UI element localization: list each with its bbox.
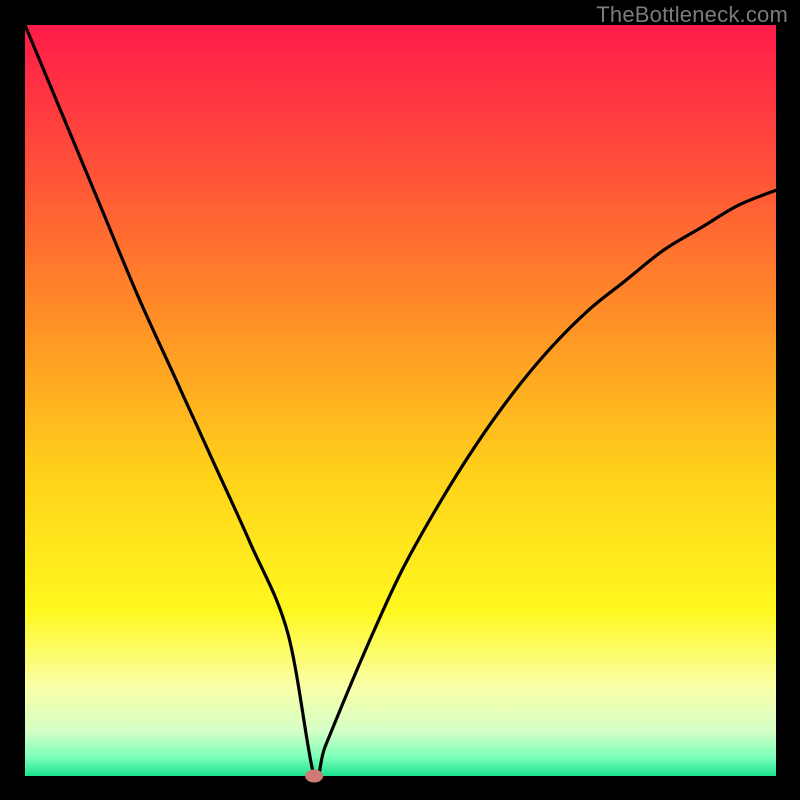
plot-background <box>25 25 776 776</box>
optimal-point-marker <box>305 770 323 783</box>
chart-canvas: TheBottleneck.com <box>0 0 800 800</box>
watermark-text: TheBottleneck.com <box>596 2 788 28</box>
bottleneck-chart <box>0 0 800 800</box>
